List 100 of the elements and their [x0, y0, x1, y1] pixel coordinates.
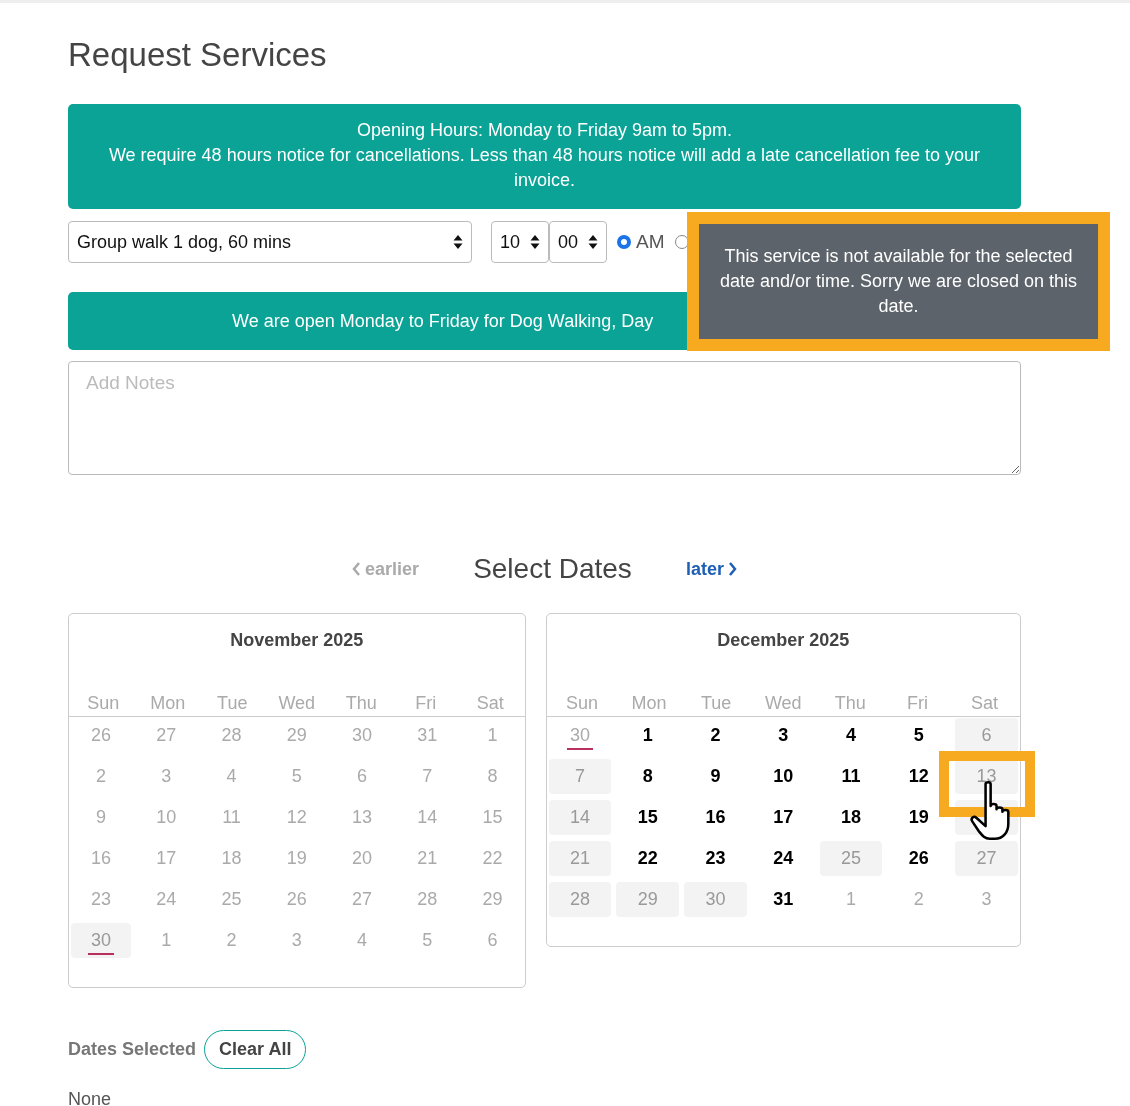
calendar-day: 29	[616, 882, 680, 917]
select-arrows-icon	[588, 234, 598, 250]
weekday-label: Sun	[86, 693, 121, 715]
calendar-day: 21	[548, 841, 612, 876]
calendar-day: 4	[201, 759, 262, 794]
calendar-day[interactable]: 26	[887, 841, 951, 876]
calendar-day[interactable]: 15	[616, 800, 680, 835]
calendar-day: 13	[331, 800, 393, 835]
weekday-label: Fri	[905, 693, 929, 715]
weekday-label: Fri	[414, 693, 438, 715]
calendar-day: 3	[266, 923, 327, 958]
calendar-day: 30	[71, 923, 132, 958]
calendar-day: 14	[397, 800, 458, 835]
weekday-label: Tue	[216, 693, 249, 715]
radio-label: AM	[636, 231, 665, 253]
calendar-day: 30	[684, 882, 747, 917]
notes-field[interactable]: Add Notes	[68, 361, 1021, 475]
calendar-day: 1	[462, 718, 523, 753]
calendar-day[interactable]: 31	[751, 882, 815, 917]
select-arrows-icon	[530, 234, 540, 250]
calendar-day: 22	[462, 841, 523, 876]
calendar-day: 6	[955, 718, 1018, 753]
calendar-day[interactable]: 1	[616, 718, 680, 753]
calendar-day[interactable]: 10	[751, 759, 815, 794]
dates-selected-label: Dates Selected	[68, 1039, 197, 1060]
calendar-day[interactable]: 8	[616, 759, 680, 794]
chevron-right-icon	[727, 562, 737, 576]
calendar-day[interactable]: 11	[819, 759, 883, 794]
calendar-day: 25	[819, 841, 883, 876]
calendar-day[interactable]: 22	[616, 841, 680, 876]
calendar-day[interactable]: 5	[887, 718, 951, 753]
calendar-day[interactable]: 4	[819, 718, 883, 753]
weekday-label: Thu	[833, 693, 867, 715]
weekday-label: Mon	[630, 693, 668, 715]
calendar-day: 30	[331, 718, 393, 753]
calendar-day: 26	[71, 718, 132, 753]
calendar-day: 2	[887, 882, 951, 917]
calendar-day: 26	[266, 882, 327, 917]
calendar-day: 24	[136, 882, 197, 917]
minute-select[interactable]: 00	[549, 221, 607, 263]
calendar-day: 4	[331, 923, 393, 958]
calendar-day: 30	[548, 718, 612, 753]
calendar-day: 5	[266, 759, 327, 794]
calendar-day: 6	[462, 923, 523, 958]
month-title: November 2025	[229, 630, 365, 651]
calendar-day: 7	[548, 759, 612, 794]
calendar-day: 29	[266, 718, 327, 753]
radio-button[interactable]	[617, 235, 631, 249]
calendar-day: 15	[462, 800, 523, 835]
section-title: Select Dates	[473, 553, 632, 585]
month-title: December 2025	[716, 630, 851, 651]
calendar-day: 20	[331, 841, 393, 876]
calendar-day: 18	[201, 841, 262, 876]
later-link[interactable]: later	[685, 558, 737, 580]
hour-select[interactable]: 10	[491, 221, 549, 263]
select-arrows-icon	[453, 234, 463, 250]
weekday-label: Sun	[565, 693, 600, 715]
calendar-day[interactable]: 18	[819, 800, 883, 835]
weekday-label: Sat	[475, 693, 505, 715]
calendar-day: 7	[397, 759, 458, 794]
notice-text: We require 48 hours notice for cancellations. Less than 48 hours notice will add a late cancellation fee to your invoice.	[107, 144, 982, 192]
calendar-day[interactable]: 19	[887, 800, 951, 835]
calendar-day: 8	[462, 759, 523, 794]
weekday-label: Wed	[277, 693, 317, 715]
service-select[interactable]: Group walk 1 dog, 60 mins	[68, 221, 472, 263]
calendar-day: 12	[266, 800, 327, 835]
calendar-day[interactable]: 3	[751, 718, 815, 753]
weekday-label: Tue	[700, 693, 733, 715]
calendar-day: 6	[331, 759, 393, 794]
calendar-day: 23	[71, 882, 132, 917]
calendar-day: 3	[136, 759, 197, 794]
calendar-day: 10	[136, 800, 197, 835]
calendar-day: 28	[397, 882, 458, 917]
calendar-day: 1	[819, 882, 883, 917]
calendar-day: 2	[71, 759, 132, 794]
calendar-day: 13	[955, 759, 1018, 794]
tooltip: This service is not available for the selected date and/or time. Sorry we are closed on this date.	[699, 224, 1098, 339]
calendar-day: 1	[136, 923, 197, 958]
calendar-day: 29	[462, 882, 523, 917]
calendar-day: 3	[955, 882, 1018, 917]
calendar-day[interactable]: 9	[684, 759, 747, 794]
calendar-day[interactable]: 16	[684, 800, 747, 835]
calendar-day[interactable]: 12	[887, 759, 951, 794]
calendar-day: 31	[397, 718, 458, 753]
page-title: Request Services	[68, 36, 328, 74]
calendar-day[interactable]: 17	[751, 800, 815, 835]
calendar-day[interactable]: 23	[684, 841, 747, 876]
calendar-day: 19	[266, 841, 327, 876]
calendar-day: 14	[548, 800, 612, 835]
calendar-day: 21	[397, 841, 458, 876]
clear-all-button[interactable]: Clear All	[204, 1030, 307, 1069]
calendar-day: 5	[397, 923, 458, 958]
calendar-day: 17	[136, 841, 197, 876]
calendar-day: 25	[201, 882, 262, 917]
weekday-label: Wed	[763, 693, 803, 715]
calendar-day: 27	[331, 882, 393, 917]
notice-text: Opening Hours: Monday to Friday 9am to 5pm.	[355, 119, 734, 142]
calendar-day[interactable]: 24	[751, 841, 815, 876]
chevron-left-icon	[352, 562, 362, 576]
calendar-day[interactable]: 2	[684, 718, 747, 753]
